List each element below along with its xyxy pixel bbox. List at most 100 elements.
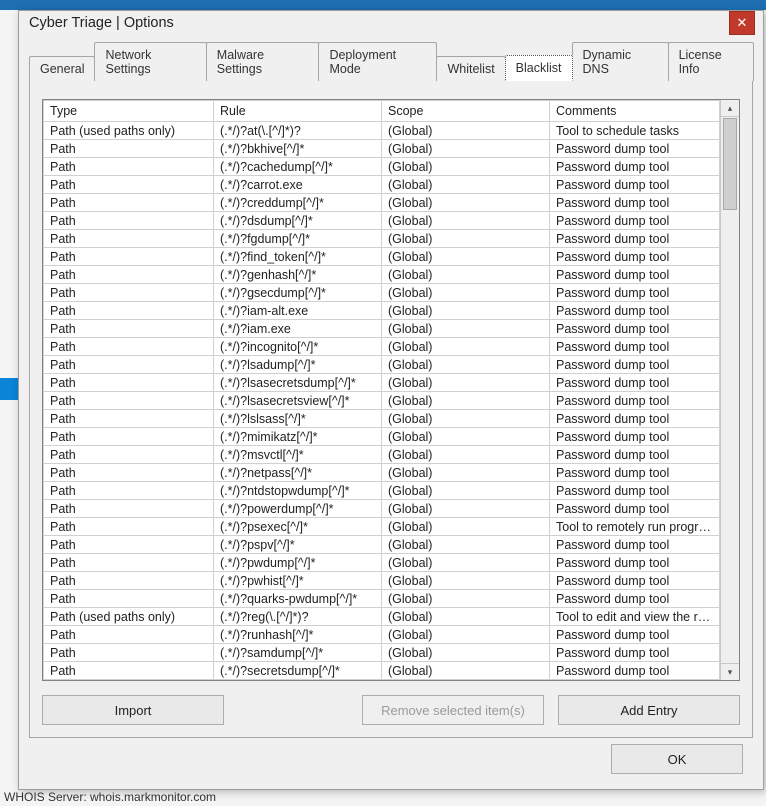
cell-type: Path: [44, 176, 214, 194]
scroll-down-icon[interactable]: ▾: [721, 663, 739, 680]
table-row[interactable]: Path(.*/)?carrot.exe(Global)Password dum…: [44, 176, 720, 194]
close-button[interactable]: ✕: [729, 11, 755, 35]
cell-comments: Password dump tool: [550, 230, 720, 248]
cell-comments: Password dump tool: [550, 374, 720, 392]
tab-whitelist[interactable]: Whitelist: [436, 56, 505, 81]
cell-type: Path: [44, 410, 214, 428]
cell-comments: Password dump tool: [550, 392, 720, 410]
col-header-comments[interactable]: Comments: [550, 101, 720, 122]
cell-scope: (Global): [382, 194, 550, 212]
import-button[interactable]: Import: [42, 695, 224, 725]
cell-rule: (.*/)?powerdump[^/]*: [214, 500, 382, 518]
cell-rule: (.*/)?iam.exe: [214, 320, 382, 338]
cell-comments: Password dump tool: [550, 140, 720, 158]
cell-comments: Tool to schedule tasks: [550, 122, 720, 140]
vertical-scrollbar[interactable]: ▴ ▾: [720, 100, 739, 680]
scroll-up-icon[interactable]: ▴: [721, 100, 739, 117]
table-row[interactable]: Path(.*/)?netpass[^/]*(Global)Password d…: [44, 464, 720, 482]
cell-rule: (.*/)?quarks-pwdump[^/]*: [214, 590, 382, 608]
tabpage-blacklist: Type Rule Scope Comments Path (used path…: [29, 80, 753, 738]
cell-scope: (Global): [382, 122, 550, 140]
scroll-thumb[interactable]: [723, 118, 737, 210]
table-row[interactable]: Path(.*/)?msvctl[^/]*(Global)Password du…: [44, 446, 720, 464]
table-row[interactable]: Path(.*/)?lslsass[^/]*(Global)Password d…: [44, 410, 720, 428]
cell-comments: Password dump tool: [550, 626, 720, 644]
tab-license-info[interactable]: License Info: [668, 42, 754, 81]
tab-malware-settings[interactable]: Malware Settings: [206, 42, 320, 81]
cell-rule: (.*/)?samdump[^/]*: [214, 644, 382, 662]
table-row[interactable]: Path(.*/)?lsasecretsview[^/]*(Global)Pas…: [44, 392, 720, 410]
cell-type: Path: [44, 500, 214, 518]
cell-scope: (Global): [382, 158, 550, 176]
cell-comments: Password dump tool: [550, 572, 720, 590]
cell-type: Path: [44, 428, 214, 446]
cell-comments: Password dump tool: [550, 338, 720, 356]
background-selection-highlight: [0, 378, 18, 400]
table-row[interactable]: Path(.*/)?iam-alt.exe(Global)Password du…: [44, 302, 720, 320]
table-row[interactable]: Path(.*/)?cachedump[^/]*(Global)Password…: [44, 158, 720, 176]
cell-rule: (.*/)?pwhist[^/]*: [214, 572, 382, 590]
cell-rule: (.*/)?lsasecretsview[^/]*: [214, 392, 382, 410]
table-row[interactable]: Path(.*/)?fgdump[^/]*(Global)Password du…: [44, 230, 720, 248]
tab-dynamic-dns[interactable]: Dynamic DNS: [572, 42, 669, 81]
col-header-scope[interactable]: Scope: [382, 101, 550, 122]
table-row[interactable]: Path(.*/)?iam.exe(Global)Password dump t…: [44, 320, 720, 338]
table-header-row: Type Rule Scope Comments: [44, 101, 720, 122]
table-row[interactable]: Path(.*/)?pwhist[^/]*(Global)Password du…: [44, 572, 720, 590]
cell-scope: (Global): [382, 554, 550, 572]
cell-type: Path: [44, 194, 214, 212]
table-row[interactable]: Path(.*/)?find_token[^/]*(Global)Passwor…: [44, 248, 720, 266]
cell-type: Path: [44, 356, 214, 374]
cell-rule: (.*/)?carrot.exe: [214, 176, 382, 194]
whois-footer-text: WHOIS Server: whois.markmonitor.com: [4, 790, 216, 804]
table-row[interactable]: Path(.*/)?powerdump[^/]*(Global)Password…: [44, 500, 720, 518]
cell-comments: Password dump tool: [550, 194, 720, 212]
table-row[interactable]: Path(.*/)?bkhive[^/]*(Global)Password du…: [44, 140, 720, 158]
cell-comments: Password dump tool: [550, 536, 720, 554]
cell-rule: (.*/)?incognito[^/]*: [214, 338, 382, 356]
table-row[interactable]: Path(.*/)?creddump[^/]*(Global)Password …: [44, 194, 720, 212]
add-entry-button[interactable]: Add Entry: [558, 695, 740, 725]
table-row[interactable]: Path(.*/)?genhash[^/]*(Global)Password d…: [44, 266, 720, 284]
cell-rule: (.*/)?ntdstopwdump[^/]*: [214, 482, 382, 500]
col-header-type[interactable]: Type: [44, 101, 214, 122]
table-row[interactable]: Path(.*/)?pwdump[^/]*(Global)Password du…: [44, 554, 720, 572]
cell-comments: Password dump tool: [550, 212, 720, 230]
tab-network-settings[interactable]: Network Settings: [94, 42, 206, 81]
ok-button[interactable]: OK: [611, 744, 743, 774]
blacklist-table[interactable]: Type Rule Scope Comments Path (used path…: [43, 100, 720, 680]
cell-comments: Password dump tool: [550, 248, 720, 266]
cell-rule: (.*/)?fgdump[^/]*: [214, 230, 382, 248]
cell-comments: Password dump tool: [550, 158, 720, 176]
table-row[interactable]: Path (used paths only)(.*/)?at(\.[^/]*)?…: [44, 122, 720, 140]
tab-general[interactable]: General: [29, 56, 95, 81]
table-row[interactable]: Path (used paths only)(.*/)?reg(\.[^/]*)…: [44, 608, 720, 626]
cell-type: Path: [44, 446, 214, 464]
table-row[interactable]: Path(.*/)?runhash[^/]*(Global)Password d…: [44, 626, 720, 644]
tab-blacklist[interactable]: Blacklist: [505, 55, 573, 81]
table-row[interactable]: Path(.*/)?gsecdump[^/]*(Global)Password …: [44, 284, 720, 302]
table-row[interactable]: Path(.*/)?samdump[^/]*(Global)Password d…: [44, 644, 720, 662]
table-row[interactable]: Path(.*/)?secretsdump[^/]*(Global)Passwo…: [44, 662, 720, 680]
table-row[interactable]: Path(.*/)?pspv[^/]*(Global)Password dump…: [44, 536, 720, 554]
table-row[interactable]: Path(.*/)?lsasecretsdump[^/]*(Global)Pas…: [44, 374, 720, 392]
table-row[interactable]: Path(.*/)?lsadump[^/]*(Global)Password d…: [44, 356, 720, 374]
table-row[interactable]: Path(.*/)?dsdump[^/]*(Global)Password du…: [44, 212, 720, 230]
cell-type: Path: [44, 662, 214, 680]
cell-rule: (.*/)?netpass[^/]*: [214, 464, 382, 482]
table-row[interactable]: Path(.*/)?ntdstopwdump[^/]*(Global)Passw…: [44, 482, 720, 500]
table-row[interactable]: Path(.*/)?mimikatz[^/]*(Global)Password …: [44, 428, 720, 446]
table-row[interactable]: Path(.*/)?incognito[^/]*(Global)Password…: [44, 338, 720, 356]
cell-scope: (Global): [382, 428, 550, 446]
cell-type: Path: [44, 644, 214, 662]
cell-type: Path: [44, 572, 214, 590]
cell-rule: (.*/)?lsadump[^/]*: [214, 356, 382, 374]
table-row[interactable]: Path(.*/)?quarks-pwdump[^/]*(Global)Pass…: [44, 590, 720, 608]
cell-rule: (.*/)?bkhive[^/]*: [214, 140, 382, 158]
cell-comments: Password dump tool: [550, 266, 720, 284]
close-icon: ✕: [737, 15, 748, 31]
tab-deployment-mode[interactable]: Deployment Mode: [318, 42, 437, 81]
col-header-rule[interactable]: Rule: [214, 101, 382, 122]
dialog-title: Cyber Triage | Options: [29, 15, 174, 31]
table-row[interactable]: Path(.*/)?psexec[^/]*(Global)Tool to rem…: [44, 518, 720, 536]
